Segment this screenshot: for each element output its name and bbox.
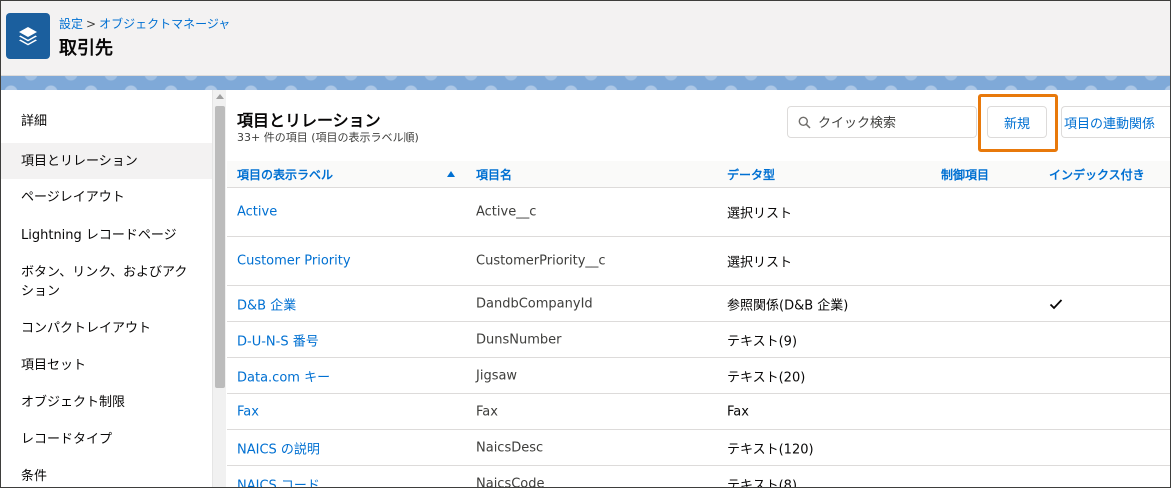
breadcrumb: 設定 > オブジェクトマネージャ [59,15,230,32]
sidebar-item-field-sets[interactable]: 項目セット [1,354,212,376]
fields-table-header: 項目の表示ラベル 項目名 データ型 制御項目 インデックス付き [227,161,1170,188]
field-api-name: NaicsDesc [476,440,544,455]
field-label-link[interactable]: NAICS コード [237,474,320,487]
sidebar-item-label: 項目とリレーション [21,153,138,169]
field-label-link[interactable]: D-U-N-S 番号 [237,330,319,349]
field-data-type: テキスト(20) [727,370,806,385]
field-data-type: Fax [727,404,749,419]
field-api-name: DunsNumber [476,332,562,347]
search-icon [798,116,811,129]
sidebar: 詳細 項目とリレーション ページレイアウト Lightning レコードページ … [1,90,212,487]
field-data-type: 選択リスト [727,255,793,271]
column-header-data-type[interactable]: データ型 [727,166,775,183]
table-row: Data.com キー Jigsaw テキスト(20) [227,358,1170,394]
field-label-link[interactable]: Data.com キー [237,366,330,385]
table-row: D&B 企業 DandbCompanyId 参照関係(D&B 企業) [227,286,1170,322]
table-row: D-U-N-S 番号 DunsNumber テキスト(9) [227,322,1170,358]
table-row: Active Active__c 選択リスト [227,188,1170,237]
sidebar-item-details[interactable]: 詳細 [1,112,212,131]
field-label-link[interactable]: Active [237,205,277,220]
indexed-check-icon [1049,298,1063,309]
field-api-name: Jigsaw [476,368,518,383]
field-label-link[interactable]: Fax [237,404,259,419]
sidebar-item-label: 詳細 [21,114,48,129]
layers-icon [6,13,50,59]
sidebar-item-label: 項目セット [21,357,87,373]
column-header-field-name[interactable]: 項目名 [476,166,512,183]
field-api-name: DandbCompanyId [476,296,593,311]
header-wave-decoration [1,76,1170,90]
field-api-name: CustomerPriority__c [476,253,606,269]
scrollbar-thumb[interactable] [215,106,225,388]
sort-ascending-icon[interactable] [447,171,455,177]
sidebar-item-compact-layouts[interactable]: コンパクトレイアウト [1,317,212,339]
table-row: NAICS コード NaicsCode テキスト(8) [227,466,1170,488]
sidebar-scrollbar[interactable] [212,90,226,487]
field-data-type: テキスト(9) [727,334,798,349]
field-data-type: 選択リスト [727,206,793,222]
sidebar-item-label: 条件 [21,468,48,484]
sidebar-item-label: Lightning レコードページ [21,227,177,243]
breadcrumb-setup-link[interactable]: 設定 [59,17,83,31]
sidebar-item-conditions[interactable]: 条件 [1,465,212,487]
page-title: 取引先 [59,38,113,59]
field-data-type: テキスト(120) [727,442,814,457]
column-header-controlling-field[interactable]: 制御項目 [941,166,989,183]
sidebar-item-page-layouts[interactable]: ページレイアウト [1,186,212,208]
field-label-link[interactable]: NAICS の説明 [237,438,320,457]
table-row: Fax Fax Fax [227,394,1170,430]
sidebar-item-label: コンパクトレイアウト [21,320,152,336]
table-row: Customer Priority CustomerPriority__c 選択… [227,237,1170,286]
table-row: NAICS の説明 NaicsDesc テキスト(120) [227,430,1170,466]
field-data-type: テキスト(8) [727,478,798,488]
field-api-name: Active__c [476,204,537,220]
field-label-link[interactable]: Customer Priority [237,254,351,269]
app-frame: 設定 > オブジェクトマネージャ 取引先 詳細 項目とリレーション ページレイアウト… [0,0,1171,488]
breadcrumb-separator: > [86,17,97,31]
sidebar-item-lightning-record-pages[interactable]: Lightning レコードページ [1,224,212,246]
main-panel: 項目とリレーション 33+ 件の項目 (項目の表示ラベル順) 新規 項目の連動関… [227,90,1170,488]
field-dependencies-button[interactable]: 項目の連動関係 [1061,106,1170,138]
field-data-type: 参照関係(D&B 企業) [727,298,849,313]
breadcrumb-object-manager-link[interactable]: オブジェクトマネージャ [99,17,230,31]
field-label-link[interactable]: D&B 企業 [237,294,296,313]
column-header-field-label[interactable]: 項目の表示ラベル [237,166,333,183]
sidebar-item-label: レコードタイプ [21,431,113,447]
new-field-button[interactable]: 新規 [987,106,1047,138]
sidebar-item-label: オブジェクト制限 [21,394,126,410]
scroll-up-arrow-icon[interactable] [216,94,224,99]
field-api-name: Fax [476,404,498,419]
section-subtitle: 33+ 件の項目 (項目の表示ラベル順) [237,131,419,144]
sidebar-item-record-types[interactable]: レコードタイプ [1,428,212,450]
page-header: 設定 > オブジェクトマネージャ 取引先 [1,1,1170,76]
sidebar-item-label: ボタン、リンク、およびアクション [21,265,188,299]
quick-search-input[interactable] [818,113,968,133]
sidebar-item-buttons-links-actions[interactable]: ボタン、リンク、およびアクション [1,262,212,302]
sidebar-item-object-limits[interactable]: オブジェクト制限 [1,391,212,413]
sidebar-item-label: ページレイアウト [21,189,125,205]
section-title: 項目とリレーション [237,111,381,130]
quick-search-box[interactable] [787,106,977,138]
field-api-name: NaicsCode [476,476,545,488]
sidebar-item-fields-relationships[interactable]: 項目とリレーション [1,143,212,179]
column-header-indexed[interactable]: インデックス付き [1049,166,1145,183]
